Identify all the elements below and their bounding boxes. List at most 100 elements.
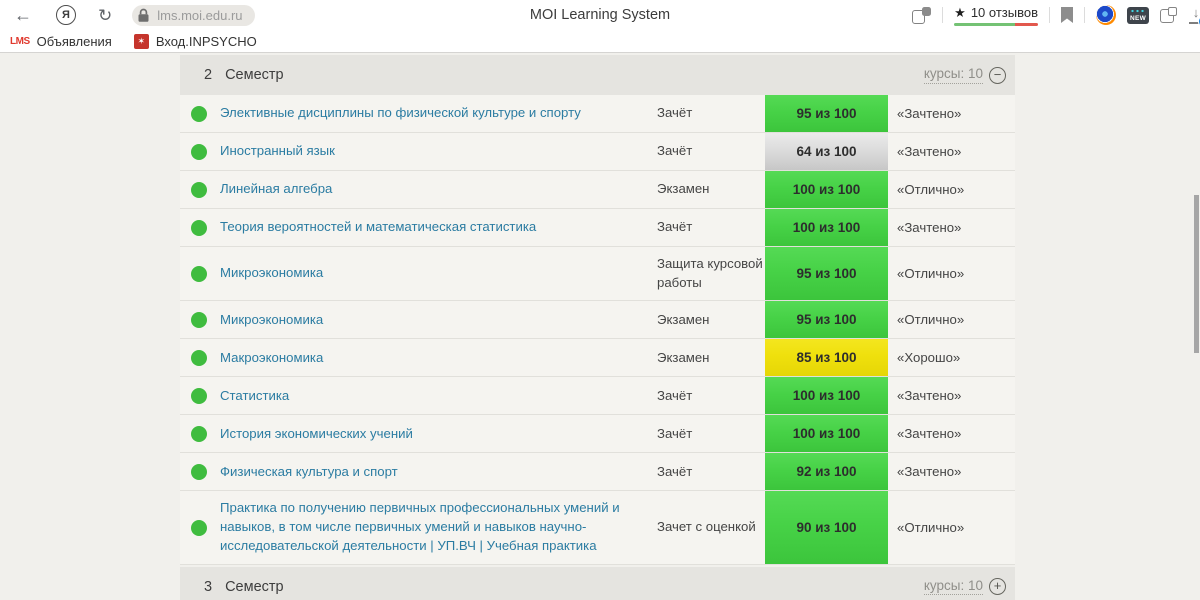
status-cell (180, 377, 220, 414)
status-cell (180, 301, 220, 338)
assessment-type: Зачёт (657, 463, 693, 479)
lock-icon (138, 8, 149, 22)
course-status-dot (191, 143, 207, 160)
courses-count-link[interactable]: курсы: 10 (923, 578, 983, 596)
extension-icon[interactable] (1096, 5, 1116, 25)
movies-new-icon[interactable]: NEW (1127, 6, 1149, 24)
bookmark-announcements[interactable]: LMS Объявления (10, 34, 112, 49)
score-badge: 85 из 100 (765, 339, 888, 377)
semester-2-header: 2 Семестр курсы: 10 − (180, 55, 1015, 95)
url-text: lms.moi.edu.ru (157, 7, 243, 23)
course-row: Практика по получению первичных професси… (180, 491, 1015, 565)
result-text: «Зачтено» (897, 426, 962, 442)
semester-title: Семестр (225, 67, 284, 83)
course-status-dot (191, 425, 207, 442)
result-text: «Отлично» (897, 312, 965, 328)
divider (1049, 7, 1050, 23)
course-status-dot (191, 519, 207, 536)
course-link[interactable]: Физическая культура и спорт (220, 453, 657, 490)
course-row: Элективные дисциплины по физической куль… (180, 95, 1015, 133)
assessment-type: Экзамен (657, 349, 710, 365)
status-cell (180, 209, 220, 246)
lms-page: 2 Семестр курсы: 10 − Элективные дисципл… (0, 54, 1200, 600)
toolbar-right-icons: ★ 10 отзывов NEW ↓ 2 (912, 5, 1200, 28)
reviews-count-label: 10 отзывов (970, 4, 1038, 20)
course-link[interactable]: Микроэкономика (220, 301, 657, 338)
courses-count-link[interactable]: курсы: 10 (923, 66, 983, 84)
bookmarks-bar: LMS Объявления ✶ Вход.INPSYCHO (0, 30, 1200, 53)
status-cell (180, 171, 220, 208)
back-icon[interactable]: ← (14, 6, 32, 24)
assessment-type: Зачёт (657, 219, 693, 235)
course-link[interactable]: Статистика (220, 377, 657, 414)
assessment-type: Зачёт (657, 425, 693, 441)
bookmark-icon[interactable] (1061, 7, 1073, 23)
result-text: «Зачтено» (897, 144, 962, 159)
bookmark-label: Объявления (36, 33, 112, 49)
tab-groups-icon[interactable] (912, 6, 932, 24)
course-status-dot (191, 265, 207, 282)
site-reviews-button[interactable]: ★ 10 отзывов (954, 5, 1038, 26)
score-badge: 64 из 100 (765, 133, 888, 170)
vertical-scrollbar[interactable] (1194, 195, 1199, 353)
course-row: Макроэкономика Экзамен 85 из 100 «Хорошо… (180, 339, 1015, 378)
course-row: Статистика Зачёт 100 из 100 «Зачтено» (180, 377, 1015, 416)
page-title: MOI Learning System (529, 7, 671, 23)
course-link[interactable]: История экономических учений (220, 415, 657, 452)
course-link[interactable]: Линейная алгебра (220, 171, 657, 208)
inpsycho-favicon: ✶ (133, 33, 149, 49)
score-badge: 100 из 100 (765, 209, 888, 246)
refresh-icon[interactable]: ↻ (98, 7, 112, 24)
result-text: «Зачтено» (897, 388, 962, 404)
yandex-icon[interactable]: Я (56, 5, 76, 25)
course-link[interactable]: Теория вероятностей и математическая ста… (220, 209, 657, 246)
browser-toolbar: ← Я ↻ lms.moi.edu.ru MOI Learning System… (0, 0, 1200, 30)
course-link[interactable]: Микроэкономика (220, 247, 657, 300)
course-row: История экономических учений Зачёт 100 и… (180, 415, 1015, 454)
collections-icon[interactable] (1160, 7, 1177, 23)
status-cell (180, 453, 220, 490)
gradebook-table: 2 Семестр курсы: 10 − Элективные дисципл… (180, 55, 1015, 600)
result-text: «Зачтено» (897, 106, 962, 121)
result-text: «Отлично» (897, 520, 965, 536)
lms-favicon: LMS (10, 35, 30, 47)
bookmark-label: Вход.INPSYCHO (155, 33, 257, 49)
assessment-type: Экзамен (657, 181, 710, 197)
collapse-icon[interactable]: − (989, 66, 1006, 84)
score-badge: 95 из 100 (765, 301, 888, 339)
course-row: Микроэкономика Защита курсовой работы 95… (180, 247, 1015, 302)
course-link[interactable]: Элективные дисциплины по физической куль… (220, 95, 657, 132)
status-cell (180, 415, 220, 452)
score-badge: 95 из 100 (765, 247, 888, 301)
result-text: «Хорошо» (897, 350, 961, 366)
assessment-type: Зачёт (657, 387, 693, 403)
status-cell (180, 491, 220, 563)
course-link[interactable]: Макроэкономика (220, 339, 657, 376)
status-cell (180, 133, 220, 170)
address-bar[interactable]: lms.moi.edu.ru (132, 4, 255, 26)
expand-icon[interactable]: + (989, 578, 1006, 596)
new-badge-label: NEW (1129, 14, 1147, 22)
score-badge: 100 из 100 (765, 171, 888, 208)
status-cell (180, 339, 220, 376)
downloads-icon[interactable]: ↓ 2 (1188, 5, 1200, 28)
course-link[interactable]: Иностранный язык (220, 133, 657, 170)
course-row: Теория вероятностей и математическая ста… (180, 209, 1015, 247)
semester-number: 2 (204, 67, 213, 83)
score-badge: 92 из 100 (765, 453, 888, 491)
assessment-type: Зачет с оценкой (657, 519, 756, 535)
bookmark-inpsycho-login[interactable]: ✶ Вход.INPSYCHO (133, 33, 257, 49)
course-status-dot (191, 311, 207, 328)
course-link[interactable]: Практика по получению первичных професси… (220, 491, 657, 563)
score-badge: 100 из 100 (765, 377, 888, 415)
semester-title: Семестр (225, 578, 284, 595)
course-status-dot (191, 181, 207, 198)
course-status-dot (191, 387, 207, 404)
course-status-dot (191, 105, 207, 122)
result-text: «Зачтено» (897, 464, 962, 480)
divider (1084, 7, 1085, 23)
assessment-type: Экзамен (657, 311, 710, 327)
course-status-dot (191, 349, 207, 366)
course-row: Физическая культура и спорт Зачёт 92 из … (180, 453, 1015, 492)
semester-number: 3 (204, 578, 213, 595)
